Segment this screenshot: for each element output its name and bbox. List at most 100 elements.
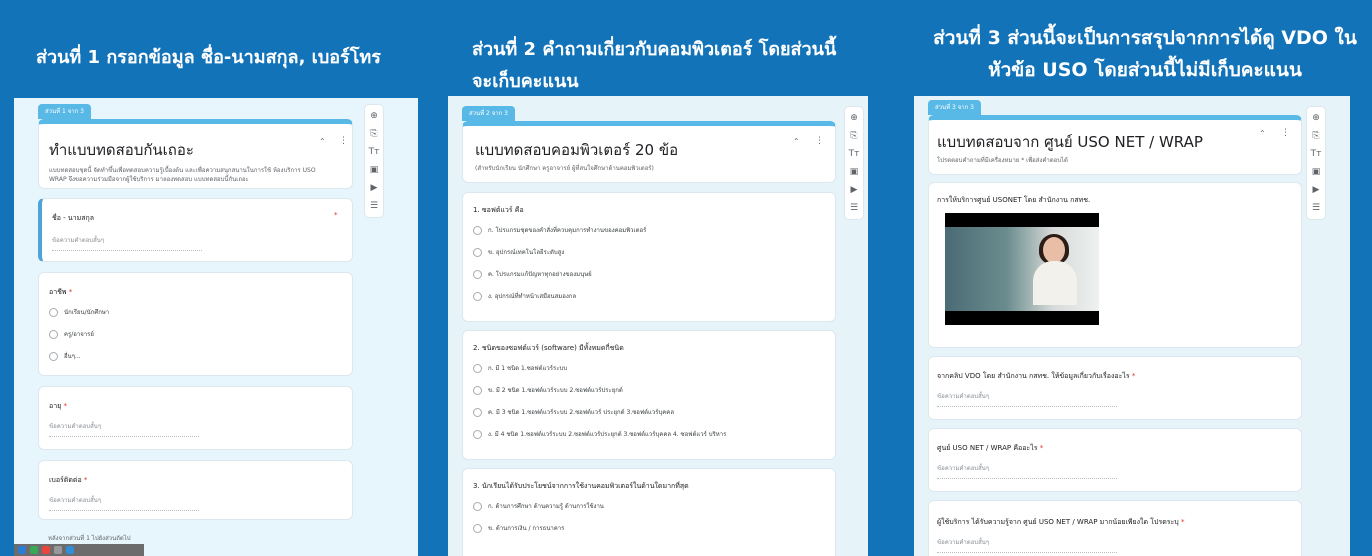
form-description[interactable]: โปรดตอบคำถามที่มีเครื่องหมาย * เพื่อส่งค… <box>937 156 1068 165</box>
taskbar-app-icon[interactable] <box>66 546 74 554</box>
add-question-icon[interactable]: ⊕ <box>850 112 858 124</box>
short-answer-field[interactable]: ข้อความคำตอบสั้นๆ <box>49 421 199 437</box>
head-shape <box>1043 237 1065 263</box>
more-options-icon[interactable]: ⋮ <box>339 136 348 146</box>
radio-icon[interactable] <box>473 291 482 301</box>
radio-option[interactable]: อื่นๆ... <box>49 351 81 361</box>
add-image-icon[interactable]: ▣ <box>850 166 859 178</box>
radio-option[interactable]: นักเรียน/นักศึกษา <box>49 307 109 317</box>
video-thumbnail[interactable] <box>945 213 1099 325</box>
radio-option[interactable]: ก. ด้านการศึกษา ด้านความรู้ ด้านการใช้งา… <box>473 501 604 511</box>
form-description[interactable]: (สำหรับนักเรียน นักศึกษา ครูอาจารย์ ผู้ท… <box>475 164 654 173</box>
form-editor-screen: ส่วนที่ 2 จาก 3 แบบทดสอบคอมพิวเตอร์ 20 ข… <box>448 96 868 556</box>
form-header-card[interactable]: แบบทดสอบจาก ศูนย์ USO NET / WRAP ⌃ ⋮ โปร… <box>928 115 1302 175</box>
add-question-icon[interactable]: ⊕ <box>370 110 378 122</box>
taskbar-app-icon[interactable] <box>18 546 26 554</box>
radio-option[interactable]: ก. มี 1 ชนิด 1.ซอฟต์แวร์ระบบ <box>473 363 567 373</box>
add-video-icon[interactable]: ▶ <box>1313 184 1320 196</box>
question-card-1[interactable]: จากคลิป VDO โดย สำนักงาน กสทช. ให้ข้อมูล… <box>928 356 1302 420</box>
taskbar-app-icon[interactable] <box>30 546 38 554</box>
question-card-3[interactable]: 3. นักเรียนได้รับประโยชน์จากการใช้งานคอม… <box>462 468 836 556</box>
short-answer-field[interactable]: ข้อความคำตอบสั้นๆ <box>52 235 202 251</box>
option-label: ข. อุปกรณ์เทคโนโลยีระดับสูง <box>488 249 565 256</box>
taskbar <box>14 544 144 556</box>
add-title-icon[interactable]: Tт <box>849 148 860 160</box>
import-questions-icon[interactable]: ⎘ <box>370 128 377 140</box>
import-questions-icon[interactable]: ⎘ <box>850 130 857 142</box>
short-answer-field[interactable]: ข้อความคำตอบสั้นๆ <box>937 391 1117 407</box>
radio-option[interactable]: ค. มี 3 ชนิด 1.ซอฟต์แวร์ระบบ 2.ซอฟต์แวร์… <box>473 407 674 417</box>
radio-option[interactable]: ง. มี 4 ชนิด 1.ซอฟต์แวร์ระบบ 2.ซอฟต์แวร์… <box>473 429 726 439</box>
question-card-occupation[interactable]: อาชีพ * นักเรียน/นักศึกษา ครู/อาจารย์ อื… <box>38 272 353 376</box>
question-card-2[interactable]: ศูนย์ USO NET / WRAP คืออะไร * ข้อความคำ… <box>928 428 1302 492</box>
add-section-icon[interactable]: ☰ <box>1312 202 1320 214</box>
short-answer-field[interactable]: ข้อความคำตอบสั้นๆ <box>49 495 199 511</box>
add-title-icon[interactable]: Tт <box>369 146 380 158</box>
option-label: ข. มี 2 ชนิด 1.ซอฟต์แวร์ระบบ 2.ซอฟต์แวร์… <box>488 387 623 394</box>
question-card-age[interactable]: อายุ * ข้อความคำตอบสั้นๆ <box>38 386 353 450</box>
presenter-image <box>1031 234 1077 305</box>
form-description[interactable]: แบบทดสอบชุดนี้ จัดทำขึ้นเพื่อทดสอบความรู… <box>49 166 329 184</box>
radio-icon[interactable] <box>473 225 482 235</box>
form-header-card[interactable]: แบบทดสอบคอมพิวเตอร์ 20 ข้อ ⌃ ⋮ (สำหรับนั… <box>462 121 836 183</box>
more-options-icon[interactable]: ⋮ <box>1281 128 1290 138</box>
question-card-2[interactable]: 2. ชนิดของซอฟต์แวร์ (software) มีทั้งหมด… <box>462 330 836 460</box>
add-video-icon[interactable]: ▶ <box>851 184 858 196</box>
question-label: เบอร์ติดต่อ * <box>49 475 87 486</box>
required-marker: * <box>63 402 67 410</box>
radio-icon[interactable] <box>473 385 482 395</box>
radio-icon[interactable] <box>473 523 482 533</box>
section-tag: ส่วนที่ 3 จาก 3 <box>928 100 981 115</box>
add-image-icon[interactable]: ▣ <box>370 164 379 176</box>
radio-option[interactable]: ครู/อาจารย์ <box>49 329 94 339</box>
import-questions-icon[interactable]: ⎘ <box>1312 130 1319 142</box>
add-image-icon[interactable]: ▣ <box>1312 166 1321 178</box>
add-title-icon[interactable]: Tт <box>1311 148 1322 160</box>
collapse-icon[interactable]: ⌃ <box>1259 129 1266 138</box>
collapse-icon[interactable]: ⌃ <box>793 137 800 146</box>
radio-option[interactable]: ก. โปรแกรมชุดของคำสั่งที่ควบคุมการทำงานข… <box>473 225 646 235</box>
taskbar-app-icon[interactable] <box>54 546 62 554</box>
more-options-icon[interactable]: ⋮ <box>815 136 824 146</box>
form-title[interactable]: ทำแบบทดสอบกันเถอะ <box>49 138 194 162</box>
radio-icon[interactable] <box>49 307 58 317</box>
add-question-icon[interactable]: ⊕ <box>1312 112 1320 124</box>
form-title[interactable]: แบบทดสอบคอมพิวเตอร์ 20 ข้อ <box>475 138 678 162</box>
option-label: นักเรียน/นักศึกษา <box>64 309 110 316</box>
editor-toolbar: ⊕ ⎘ Tт ▣ ▶ ☰ <box>844 106 864 220</box>
radio-option[interactable]: ข. ด้านการเงิน / การธนาคาร <box>473 523 564 533</box>
option-label: ค. มี 3 ชนิด 1.ซอฟต์แวร์ระบบ 2.ซอฟต์แวร์… <box>488 409 674 416</box>
video-card[interactable]: การให้บริการศูนย์ USONET โดย สำนักงาน กส… <box>928 182 1302 348</box>
radio-option[interactable]: ง. อุปกรณ์ที่ทำหน้าเสมือนสมองกล <box>473 291 576 301</box>
add-section-icon[interactable]: ☰ <box>850 202 858 214</box>
short-answer-field[interactable]: ข้อความคำตอบสั้นๆ <box>937 463 1117 479</box>
radio-icon[interactable] <box>473 247 482 257</box>
section-footer[interactable]: หลังจากส่วนที่ 1 ไปยังส่วนถัดไป <box>48 534 131 543</box>
radio-option[interactable]: ข. มี 2 ชนิด 1.ซอฟต์แวร์ระบบ 2.ซอฟต์แวร์… <box>473 385 623 395</box>
option-label: ง. มี 4 ชนิด 1.ซอฟต์แวร์ระบบ 2.ซอฟต์แวร์… <box>488 431 727 438</box>
question-card-name[interactable]: ชื่อ - นามสกุล * ข้อความคำตอบสั้นๆ <box>38 198 353 262</box>
add-video-icon[interactable]: ▶ <box>371 182 378 194</box>
radio-icon[interactable] <box>49 329 58 339</box>
taskbar-app-icon[interactable] <box>42 546 50 554</box>
question-card-3[interactable]: ผู้ใช้บริการ ได้รับความรู้จาก ศูนย์ USO … <box>928 500 1302 556</box>
required-marker: * <box>83 476 88 484</box>
panel-section-1: ส่วนที่ 1 กรอกข้อมูล ชื่อ-นามสกุล, เบอร์… <box>0 0 418 556</box>
section-tag: ส่วนที่ 1 จาก 3 <box>38 104 91 119</box>
radio-icon[interactable] <box>49 351 58 361</box>
required-marker: * <box>68 288 73 296</box>
radio-option[interactable]: ค. โปรแกรมแก้ปัญหาทุกอย่างของมนุษย์ <box>473 269 592 279</box>
radio-icon[interactable] <box>473 501 482 511</box>
form-title[interactable]: แบบทดสอบจาก ศูนย์ USO NET / WRAP <box>937 130 1203 154</box>
radio-icon[interactable] <box>473 363 482 373</box>
question-card-phone[interactable]: เบอร์ติดต่อ * ข้อความคำตอบสั้นๆ <box>38 460 353 520</box>
radio-icon[interactable] <box>473 429 482 439</box>
radio-icon[interactable] <box>473 269 482 279</box>
short-answer-field[interactable]: ข้อความคำตอบสั้นๆ <box>937 537 1117 553</box>
question-card-1[interactable]: 1. ซอฟต์แวร์ คือ ก. โปรแกรมชุดของคำสั่งท… <box>462 192 836 322</box>
collapse-icon[interactable]: ⌃ <box>319 137 326 146</box>
form-header-card[interactable]: ทำแบบทดสอบกันเถอะ ⌃ ⋮ แบบทดสอบชุดนี้ จัด… <box>38 119 353 189</box>
add-section-icon[interactable]: ☰ <box>370 200 378 212</box>
radio-icon[interactable] <box>473 407 482 417</box>
radio-option[interactable]: ข. อุปกรณ์เทคโนโลยีระดับสูง <box>473 247 564 257</box>
